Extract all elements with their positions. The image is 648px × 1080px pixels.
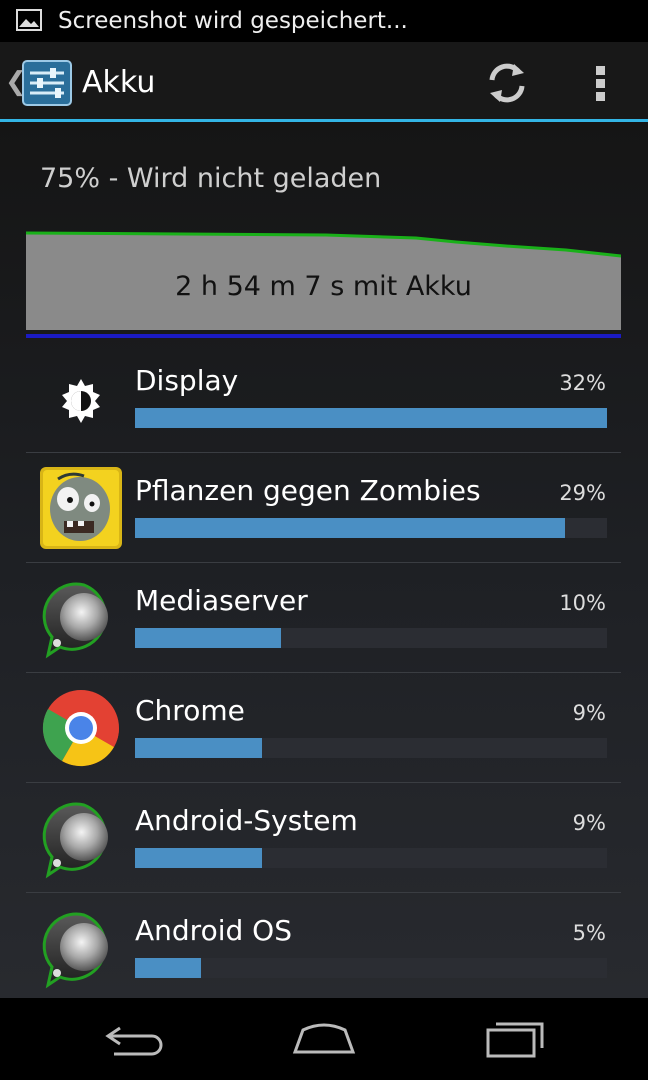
android-system-icon — [42, 802, 108, 879]
row-separator — [26, 892, 621, 893]
usage-row-pflanzen-gegen-zombies[interactable]: Pflanzen gegen Zombies 29% — [0, 452, 648, 562]
battery-status-text: 75% - Wird nicht geladen — [40, 163, 382, 194]
time-on-battery: 2 h 54 m 7 s mit Akku — [175, 271, 472, 302]
usage-label: Android-System — [135, 804, 358, 837]
battery-content: 75% - Wird nicht geladen 2 h 54 m 7 s mi… — [0, 122, 648, 998]
chrome-icon — [42, 690, 120, 767]
usage-label: Pflanzen gegen Zombies — [135, 474, 481, 507]
usage-bar-fill — [135, 848, 263, 868]
android-system-icon — [42, 912, 108, 989]
navigation-bar — [0, 998, 648, 1080]
usage-bar-fill — [135, 408, 607, 428]
usage-percent: 9% — [572, 811, 606, 835]
recent-apps-icon[interactable] — [480, 1018, 550, 1058]
usage-bar — [135, 848, 607, 868]
settings-icon[interactable] — [22, 60, 72, 106]
usage-percent: 5% — [572, 921, 606, 945]
row-separator — [26, 672, 621, 673]
usage-bar — [135, 628, 607, 648]
usage-label: Mediaserver — [135, 584, 308, 617]
usage-bar-fill — [135, 958, 202, 978]
usage-bar-fill — [135, 628, 282, 648]
refresh-icon[interactable] — [484, 60, 530, 106]
android-system-icon — [42, 582, 108, 659]
page-title: Akku — [82, 65, 156, 100]
usage-row-android-system[interactable]: Android-System 9% — [0, 782, 648, 892]
usage-bar-fill — [135, 518, 565, 538]
action-bar: ❮ Akku — [0, 42, 648, 122]
row-separator — [26, 452, 621, 453]
image-notification-icon — [16, 9, 42, 31]
usage-percent: 32% — [559, 371, 606, 395]
usage-bar — [135, 738, 607, 758]
status-bar: Screenshot wird gespeichert... — [0, 0, 648, 42]
graph-baseline — [26, 334, 621, 338]
usage-bar — [135, 958, 607, 978]
back-icon[interactable] — [100, 1018, 170, 1058]
row-separator — [26, 782, 621, 783]
row-separator — [26, 562, 621, 563]
usage-bar — [135, 518, 607, 538]
usage-label: Android OS — [135, 914, 292, 947]
usage-row-display[interactable]: Display 32% — [0, 342, 648, 452]
home-icon[interactable] — [289, 1018, 359, 1058]
usage-row-mediaserver[interactable]: Mediaserver 10% — [0, 562, 648, 672]
overflow-menu-icon[interactable] — [584, 60, 618, 106]
usage-bar — [135, 408, 607, 428]
usage-percent: 10% — [559, 591, 606, 615]
usage-label: Display — [135, 364, 239, 397]
zombie-app-icon — [40, 467, 122, 549]
usage-label: Chrome — [135, 694, 245, 727]
usage-row-chrome[interactable]: Chrome 9% — [0, 672, 648, 782]
notification-text: Screenshot wird gespeichert... — [58, 8, 408, 34]
usage-percent: 9% — [572, 701, 606, 725]
brightness-icon — [62, 379, 100, 423]
usage-row-android-os[interactable]: Android OS 5% — [0, 892, 648, 1002]
usage-bar-fill — [135, 738, 263, 758]
usage-percent: 29% — [559, 481, 606, 505]
